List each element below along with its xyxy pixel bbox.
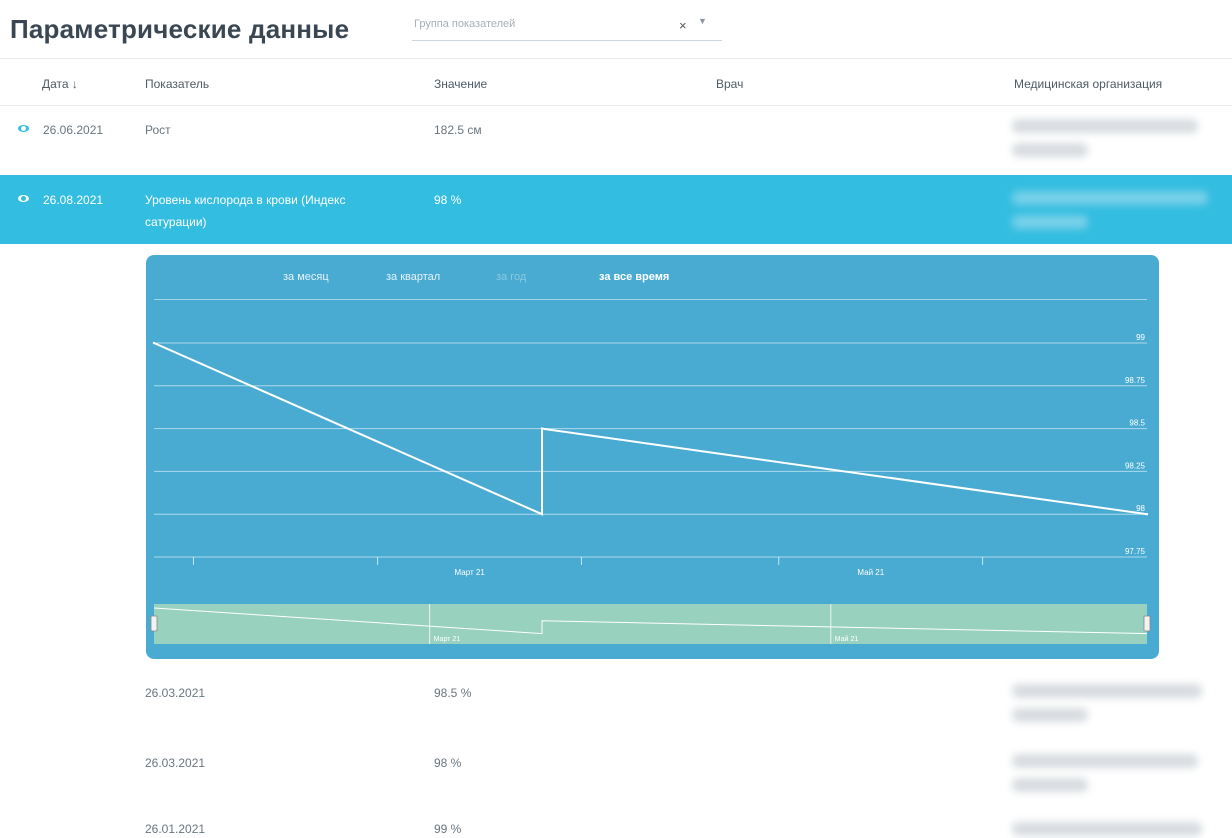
eye-icon[interactable] — [18, 195, 29, 202]
table-row[interactable]: 26.01.2021 99 % — [0, 808, 1232, 838]
y-tick-label: 99 — [1136, 333, 1145, 342]
y-tick-label: 98.75 — [1125, 376, 1146, 385]
organization-redacted — [1012, 754, 1198, 768]
navigator-handle-right[interactable] — [1143, 615, 1151, 632]
data-point — [1145, 513, 1149, 516]
table-header: Дата ↓ Показатель Значение Врач Медицинс… — [0, 58, 1232, 106]
row-value: 98 % — [434, 756, 462, 770]
eye-icon[interactable] — [18, 125, 29, 132]
table-row-selected[interactable]: 26.08.2021 Уровень кислорода в крови (Ин… — [0, 175, 1232, 244]
organization-redacted — [1012, 143, 1088, 157]
chart-panel: за месяц за квартал за год за все время … — [146, 255, 1159, 659]
row-indicator: Уровень кислорода в крови (Индекс — [145, 193, 346, 207]
row-indicator-continued: сатурации) — [145, 215, 207, 229]
data-point — [540, 427, 544, 430]
column-organization: Медицинская организация — [1014, 77, 1163, 91]
column-indicator: Показатель — [145, 77, 210, 91]
x-tick-label: Март 21 — [455, 568, 486, 577]
organization-redacted — [1012, 215, 1088, 229]
column-value: Значение — [434, 77, 488, 91]
row-indicator: Рост — [145, 123, 171, 137]
indicator-group-input[interactable] — [412, 12, 656, 36]
y-tick-label: 97.75 — [1125, 547, 1146, 556]
y-tick-label: 98.5 — [1129, 419, 1145, 428]
column-doctor: Врач — [716, 77, 744, 91]
navigator-label: Март 21 — [434, 636, 461, 643]
organization-redacted — [1012, 684, 1202, 698]
line-chart[interactable]: 9998.7598.598.259897.75Март 21 Май 21Март… — [146, 255, 1159, 659]
row-value: 182.5 см — [434, 123, 482, 137]
navigator-background — [154, 604, 1147, 644]
row-date: 26.03.2021 — [145, 756, 206, 770]
chevron-down-icon[interactable]: ▼ — [698, 16, 707, 26]
row-date: 26.03.2021 — [145, 686, 206, 700]
row-date: 26.08.2021 — [43, 193, 104, 207]
page-title: Параметрические данные — [10, 14, 350, 44]
row-date: 26.06.2021 — [43, 123, 104, 137]
navigator-label: Май 21 — [835, 635, 859, 643]
data-point — [152, 341, 156, 345]
row-value: 98 % — [434, 193, 462, 207]
row-value: 98.5 % — [434, 686, 472, 700]
row-date: 26.01.2021 — [145, 822, 206, 836]
table-row[interactable]: 26.03.2021 98.5 % — [0, 668, 1232, 738]
data-point — [540, 513, 544, 516]
navigator-handle-left[interactable] — [150, 615, 158, 632]
organization-redacted — [1012, 822, 1202, 836]
organization-redacted — [1012, 708, 1088, 722]
y-tick-label: 98.25 — [1125, 461, 1146, 470]
table-row[interactable]: 26.03.2021 98 % — [0, 738, 1232, 808]
table-row[interactable]: 26.06.2021 Рост 182.5 см — [0, 105, 1232, 175]
organization-redacted — [1012, 191, 1208, 205]
column-date-sort[interactable]: Дата ↓ — [42, 77, 78, 91]
organization-redacted — [1012, 778, 1088, 792]
clear-icon[interactable]: × — [679, 18, 687, 33]
x-tick-label: Май 21 — [857, 568, 884, 577]
indicator-group-select[interactable]: × ▼ — [412, 8, 722, 41]
row-value: 99 % — [434, 822, 462, 836]
organization-redacted — [1012, 119, 1198, 133]
